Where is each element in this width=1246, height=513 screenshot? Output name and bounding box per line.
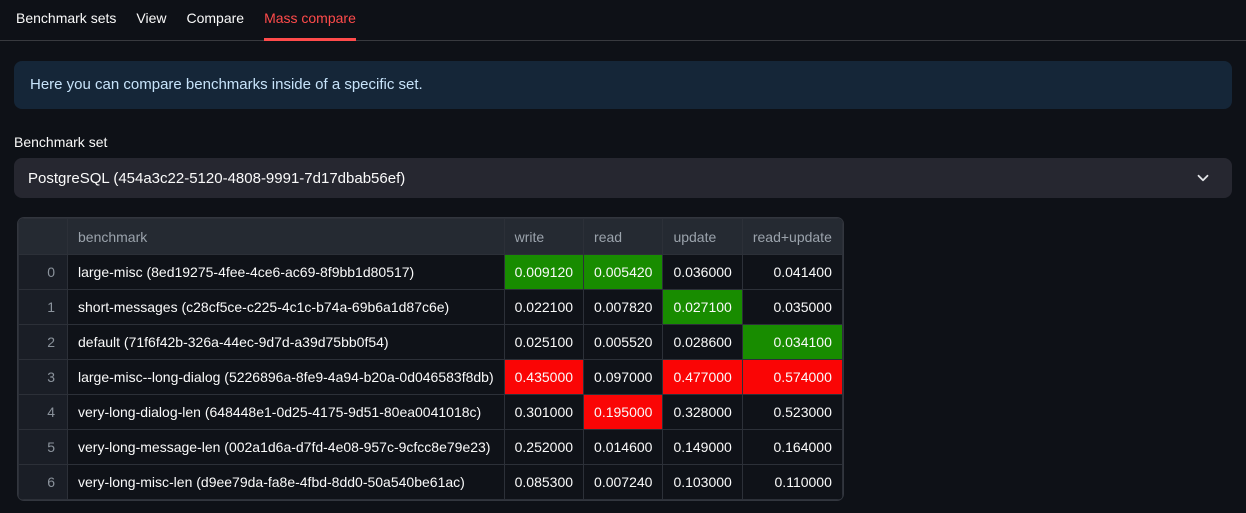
read-update-value-cell: 0.574000 <box>741 359 843 395</box>
read-update-value-cell: 0.041400 <box>741 254 843 290</box>
table-row: 4 very-long-dialog-len (648448e1-0d25-417… <box>18 394 843 430</box>
update-value-cell: 0.477000 <box>662 359 743 395</box>
benchmark-name-cell: very-long-message-len (002a1d6a-d7fd-4e0… <box>67 429 505 465</box>
table-header: benchmark write read update read+update <box>18 218 843 255</box>
benchmark-name-cell: very-long-misc-len (d9ee79da-fa8e-4fbd-8… <box>67 464 505 500</box>
read-update-value-cell: 0.164000 <box>741 429 843 465</box>
read-value-cell: 0.005520 <box>583 324 664 360</box>
tab-compare[interactable]: Compare <box>186 9 244 41</box>
col-header-update: update <box>662 218 743 255</box>
benchmark-name-cell: default (71f6f42b-326a-44ec-9d7d-a39d75b… <box>67 324 505 360</box>
read-value-cell: 0.097000 <box>583 359 664 395</box>
benchmark-set-label: Benchmark set <box>14 134 108 150</box>
write-value-cell: 0.252000 <box>503 429 585 465</box>
compare-table-container: benchmark write read update read+update … <box>17 217 844 501</box>
write-value-cell: 0.435000 <box>503 359 585 395</box>
table-row: 2 default (71f6f42b-326a-44ec-9d7d-a39d75… <box>18 324 843 360</box>
table-row: 6 very-long-misc-len (d9ee79da-fa8e-4fbd-… <box>18 464 843 500</box>
col-header-write: write <box>503 218 585 255</box>
tab-view[interactable]: View <box>136 9 166 41</box>
read-value-cell: 0.195000 <box>583 394 664 430</box>
table-row: 1 short-messages (c28cf5ce-c225-4c1c-b74a… <box>18 289 843 325</box>
tab-benchmark-sets[interactable]: Benchmark sets <box>16 9 116 41</box>
update-value-cell: 0.036000 <box>662 254 743 290</box>
write-value-cell: 0.301000 <box>503 394 585 430</box>
col-header-read: read <box>583 218 664 255</box>
col-header-index <box>18 218 68 255</box>
update-value-cell: 0.328000 <box>662 394 743 430</box>
write-value-cell: 0.022100 <box>503 289 585 325</box>
chevron-down-icon <box>1197 174 1209 182</box>
info-banner: Here you can compare benchmarks inside o… <box>14 61 1232 109</box>
compare-table: benchmark write read update read+update … <box>18 218 843 500</box>
update-value-cell: 0.149000 <box>662 429 743 465</box>
read-value-cell: 0.007240 <box>583 464 664 500</box>
row-index: 1 <box>18 289 68 325</box>
row-index: 2 <box>18 324 68 360</box>
benchmark-set-selected-value: PostgreSQL (454a3c22-5120-4808-9991-7d17… <box>28 169 406 187</box>
read-value-cell: 0.014600 <box>583 429 664 465</box>
update-value-cell: 0.103000 <box>662 464 743 500</box>
row-index: 3 <box>18 359 68 395</box>
benchmark-name-cell: very-long-dialog-len (648448e1-0d25-4175… <box>67 394 505 430</box>
read-value-cell: 0.007820 <box>583 289 664 325</box>
info-banner-text: Here you can compare benchmarks inside o… <box>30 76 423 93</box>
table-row: 5 very-long-message-len (002a1d6a-d7fd-4e… <box>18 429 843 465</box>
write-value-cell: 0.085300 <box>503 464 585 500</box>
benchmark-name-cell: large-misc--long-dialog (5226896a-8fe9-4… <box>67 359 505 395</box>
table-body: 0 large-misc (8ed19275-4fee-4ce6-ac69-8f9… <box>18 254 843 500</box>
table-row: 3 large-misc--long-dialog (5226896a-8fe9-… <box>18 359 843 395</box>
benchmark-name-cell: short-messages (c28cf5ce-c225-4c1c-b74a-… <box>67 289 505 325</box>
read-value-cell: 0.005420 <box>583 254 664 290</box>
row-index: 5 <box>18 429 68 465</box>
benchmark-set-select[interactable]: PostgreSQL (454a3c22-5120-4808-9991-7d17… <box>14 158 1232 198</box>
write-value-cell: 0.025100 <box>503 324 585 360</box>
read-update-value-cell: 0.035000 <box>741 289 843 325</box>
col-header-read-update: read+update <box>741 218 843 255</box>
tab-mass-compare[interactable]: Mass compare <box>264 9 356 41</box>
row-index: 0 <box>18 254 68 290</box>
benchmark-name-cell: large-misc (8ed19275-4fee-4ce6-ac69-8f9b… <box>67 254 505 290</box>
top-tab-bar: Benchmark sets View Compare Mass compare <box>0 0 1246 41</box>
row-index: 4 <box>18 394 68 430</box>
row-index: 6 <box>18 464 68 500</box>
update-value-cell: 0.028600 <box>662 324 743 360</box>
read-update-value-cell: 0.523000 <box>741 394 843 430</box>
table-row: 0 large-misc (8ed19275-4fee-4ce6-ac69-8f9… <box>18 254 843 290</box>
write-value-cell: 0.009120 <box>503 254 585 290</box>
main-content: Here you can compare benchmarks inside o… <box>0 61 1246 506</box>
read-update-value-cell: 0.034100 <box>741 324 843 360</box>
col-header-benchmark: benchmark <box>67 218 505 255</box>
read-update-value-cell: 0.110000 <box>741 464 843 500</box>
update-value-cell: 0.027100 <box>662 289 743 325</box>
